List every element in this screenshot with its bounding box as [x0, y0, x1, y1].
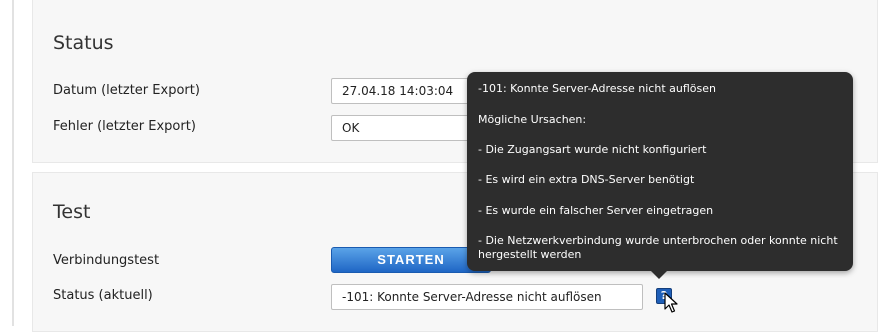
tooltip-cause: - Es wurde ein falscher Server eingetrag…: [478, 204, 714, 217]
error-label: Fehler (letzter Export): [53, 119, 196, 134]
tooltip-heading: -101: Konnte Server-Adresse nicht auflös…: [478, 82, 716, 95]
status-section-title: Status: [53, 32, 114, 54]
connection-test-label: Verbindungstest: [53, 253, 160, 268]
current-status-label: Status (aktuell): [53, 288, 153, 303]
test-section-title: Test: [53, 201, 91, 223]
current-status-field[interactable]: -101: Konnte Server-Adresse nicht auflös…: [331, 284, 643, 310]
tooltip-cause: - Die Netzwerkverbindung wurde unterbroc…: [478, 234, 838, 261]
error-tooltip: -101: Konnte Server-Adresse nicht auflös…: [467, 72, 853, 279]
tooltip-arrow: [651, 271, 667, 279]
left-border: [12, 0, 14, 326]
tooltip-causes-label: Mögliche Ursachen:: [478, 113, 587, 126]
tooltip-cause: - Es wird ein extra DNS-Server benötigt: [478, 173, 695, 186]
date-label: Datum (letzter Export): [53, 83, 200, 98]
tooltip-cause: - Die Zugangsart wurde nicht konfigurier…: [478, 143, 707, 156]
mouse-pointer-icon: [664, 292, 678, 313]
